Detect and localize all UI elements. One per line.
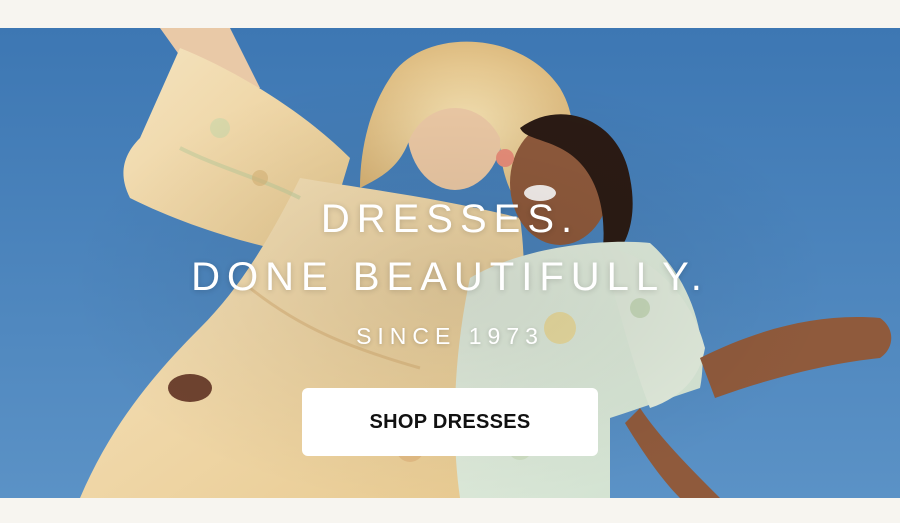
bottom-spacer: [0, 498, 900, 523]
hero-banner[interactable]: DRESSES. DONE BEAUTIFULLY. SINCE 1973 SH…: [0, 28, 900, 498]
page: DRESSES. DONE BEAUTIFULLY. SINCE 1973 SH…: [0, 0, 900, 523]
shop-dresses-button[interactable]: SHOP DRESSES: [302, 388, 598, 456]
hero-headline-line2: DONE BEAUTIFULLY.: [191, 255, 709, 299]
hero-subheadline: SINCE 1973: [356, 323, 544, 349]
top-spacer: [0, 0, 900, 28]
hero-headline-line1: DRESSES.: [320, 197, 580, 241]
